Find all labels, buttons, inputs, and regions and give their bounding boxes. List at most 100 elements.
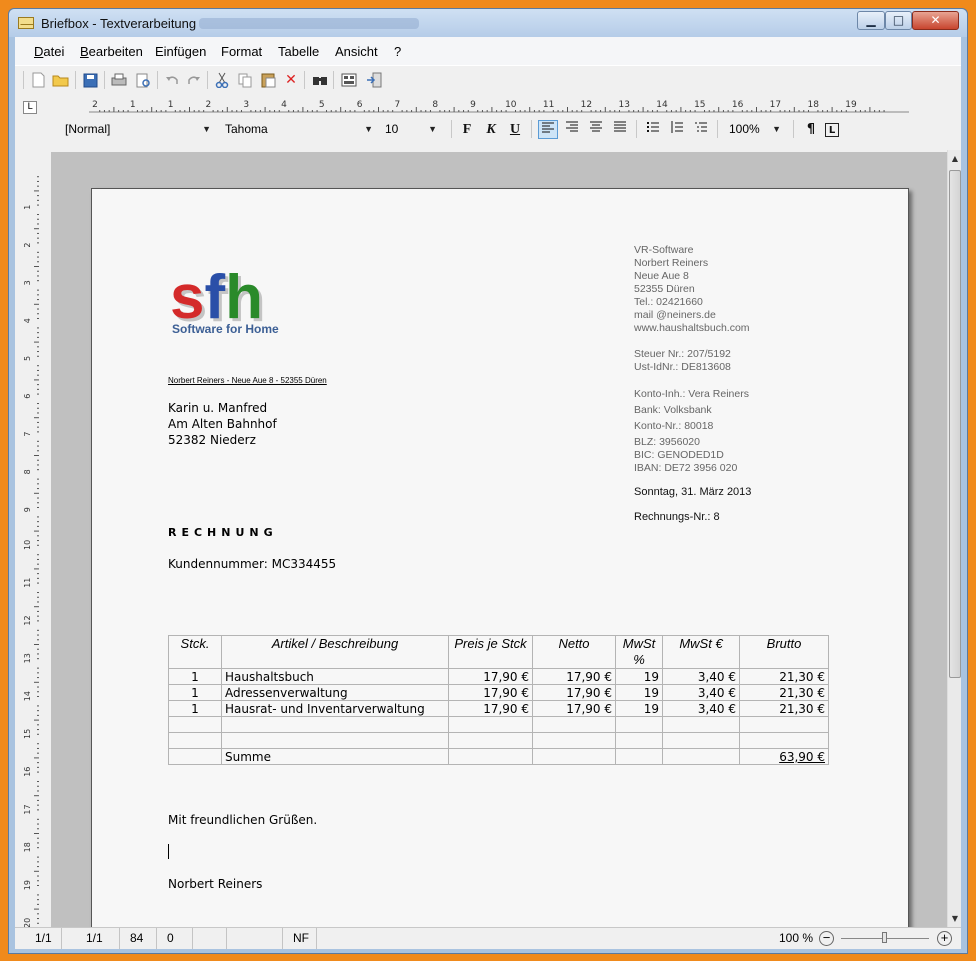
page-layout-button[interactable]: L <box>825 123 839 137</box>
invoice-table[interactable]: Stck. Artikel / Beschreibung Preis je St… <box>168 635 829 765</box>
column-header[interactable]: Artikel / Beschreibung <box>221 635 449 669</box>
zoom-select[interactable]: 100% ▼ <box>723 119 785 139</box>
table-cell[interactable]: 3,40 € <box>662 684 740 701</box>
tab-stop-selector[interactable]: L <box>23 101 37 114</box>
table-cell[interactable]: 1 <box>168 684 222 701</box>
table-cell[interactable]: 17,90 € <box>532 700 616 717</box>
table-cell[interactable] <box>739 732 829 749</box>
table-cell[interactable]: 19 <box>615 684 663 701</box>
table-cell[interactable] <box>221 716 449 733</box>
table-cell[interactable]: 3,40 € <box>662 700 740 717</box>
copy-icon[interactable] <box>236 71 254 89</box>
justify-button[interactable] <box>610 120 630 139</box>
zoom-out-icon[interactable]: − <box>819 931 834 946</box>
menu-datei[interactable]: Datei <box>34 44 64 59</box>
table-cell[interactable] <box>221 732 449 749</box>
align-right-button[interactable] <box>562 120 582 139</box>
table-cell[interactable] <box>532 716 616 733</box>
table-cell[interactable] <box>615 716 663 733</box>
table-cell[interactable] <box>532 732 616 749</box>
menu-tabelle[interactable]: Tabelle <box>278 44 319 59</box>
paste-icon[interactable] <box>259 71 277 89</box>
table-cell[interactable]: 17,90 € <box>532 668 616 685</box>
scrollbar-thumb[interactable] <box>949 170 961 678</box>
bold-button[interactable]: F <box>457 120 477 139</box>
table-cell[interactable] <box>448 716 533 733</box>
open-folder-icon[interactable] <box>52 71 70 89</box>
table-cell[interactable] <box>615 732 663 749</box>
bullet-list-button[interactable] <box>643 120 663 139</box>
scroll-down-icon[interactable]: ▼ <box>948 912 962 926</box>
underline-button[interactable]: U <box>505 120 525 139</box>
table-cell[interactable] <box>168 716 222 733</box>
table-cell[interactable] <box>662 748 740 765</box>
table-cell[interactable] <box>532 748 616 765</box>
minimize-button[interactable]: ▁ <box>857 11 885 30</box>
column-header[interactable]: MwSt % <box>615 635 663 669</box>
table-cell[interactable]: 21,30 € <box>739 668 829 685</box>
new-document-icon[interactable] <box>29 71 47 89</box>
redo-icon[interactable] <box>185 71 203 89</box>
table-cell[interactable]: 17,90 € <box>448 700 533 717</box>
table-cell[interactable]: 21,30 € <box>739 684 829 701</box>
table-cell[interactable] <box>662 716 740 733</box>
find-icon[interactable] <box>311 71 329 89</box>
table-cell[interactable] <box>448 732 533 749</box>
table-cell[interactable] <box>168 732 222 749</box>
column-header[interactable]: Preis je Stck <box>448 635 533 669</box>
exit-icon[interactable] <box>365 71 383 89</box>
print-icon[interactable] <box>110 71 128 89</box>
table-cell[interactable] <box>739 716 829 733</box>
align-left-button[interactable] <box>538 120 558 139</box>
outline-list-button[interactable] <box>691 120 711 139</box>
italic-button[interactable]: K <box>481 120 501 139</box>
document-area[interactable]: sfh sfh Software for Home Norbert Reiner… <box>51 152 947 927</box>
save-icon[interactable] <box>81 71 99 89</box>
document-page[interactable]: sfh sfh Software for Home Norbert Reiner… <box>91 188 909 927</box>
menu-einfuegen[interactable]: Einfügen <box>155 44 206 59</box>
print-preview-icon[interactable] <box>134 71 152 89</box>
menu-bearbeiten[interactable]: Bearbeiten <box>80 44 143 59</box>
menu-format[interactable]: Format <box>221 44 262 59</box>
undo-icon[interactable] <box>163 71 181 89</box>
column-header[interactable]: Stck. <box>168 635 222 669</box>
align-center-button[interactable] <box>586 120 606 139</box>
fields-icon[interactable] <box>340 71 358 89</box>
table-cell[interactable]: 17,90 € <box>448 668 533 685</box>
title-bar[interactable]: Briefbox - Textverarbeitung ▁ □ ✕ <box>9 9 967 37</box>
numbered-list-button[interactable] <box>667 120 687 139</box>
maximize-button[interactable]: □ <box>885 11 912 30</box>
horizontal-ruler[interactable]: 2 1 1 2 3 4 5 6 7 8 9 10 11 12 13 14 15 16 17 18 19 <box>89 99 909 113</box>
vertical-scrollbar[interactable]: ▲ ▼ <box>947 150 961 928</box>
vertical-ruler[interactable]: 1234567891011121314151617181920 <box>19 152 41 927</box>
table-cell[interactable]: Adressenverwaltung <box>221 684 449 701</box>
sum-cell[interactable]: 63,90 € <box>739 748 829 765</box>
table-cell[interactable]: 21,30 € <box>739 700 829 717</box>
column-header[interactable]: Brutto <box>739 635 829 669</box>
show-formatting-button[interactable]: ¶ <box>801 120 821 139</box>
sum-label[interactable]: Summe <box>221 748 449 765</box>
font-size-select[interactable]: 10 ▼ <box>379 119 441 139</box>
column-header[interactable]: Netto <box>532 635 616 669</box>
table-cell[interactable]: 17,90 € <box>532 684 616 701</box>
menu-help[interactable]: ? <box>394 44 401 59</box>
cut-icon[interactable] <box>213 71 231 89</box>
table-cell[interactable]: 17,90 € <box>448 684 533 701</box>
delete-icon[interactable]: ✕ <box>282 71 300 89</box>
table-cell[interactable]: 19 <box>615 668 663 685</box>
style-select[interactable]: [Normal] ▼ <box>59 119 215 139</box>
table-cell[interactable] <box>448 748 533 765</box>
table-cell[interactable]: 3,40 € <box>662 668 740 685</box>
table-cell[interactable] <box>615 748 663 765</box>
zoom-slider-thumb[interactable] <box>882 932 887 943</box>
table-cell[interactable]: Hausrat- und Inventarverwaltung <box>221 700 449 717</box>
table-cell[interactable]: 1 <box>168 668 222 685</box>
zoom-in-icon[interactable]: + <box>937 931 952 946</box>
table-cell[interactable]: 1 <box>168 700 222 717</box>
font-select[interactable]: Tahoma ▼ <box>219 119 377 139</box>
table-cell[interactable]: Haushaltsbuch <box>221 668 449 685</box>
table-cell[interactable]: 19 <box>615 700 663 717</box>
scroll-up-icon[interactable]: ▲ <box>948 152 962 166</box>
column-header[interactable]: MwSt € <box>662 635 740 669</box>
menu-ansicht[interactable]: Ansicht <box>335 44 378 59</box>
